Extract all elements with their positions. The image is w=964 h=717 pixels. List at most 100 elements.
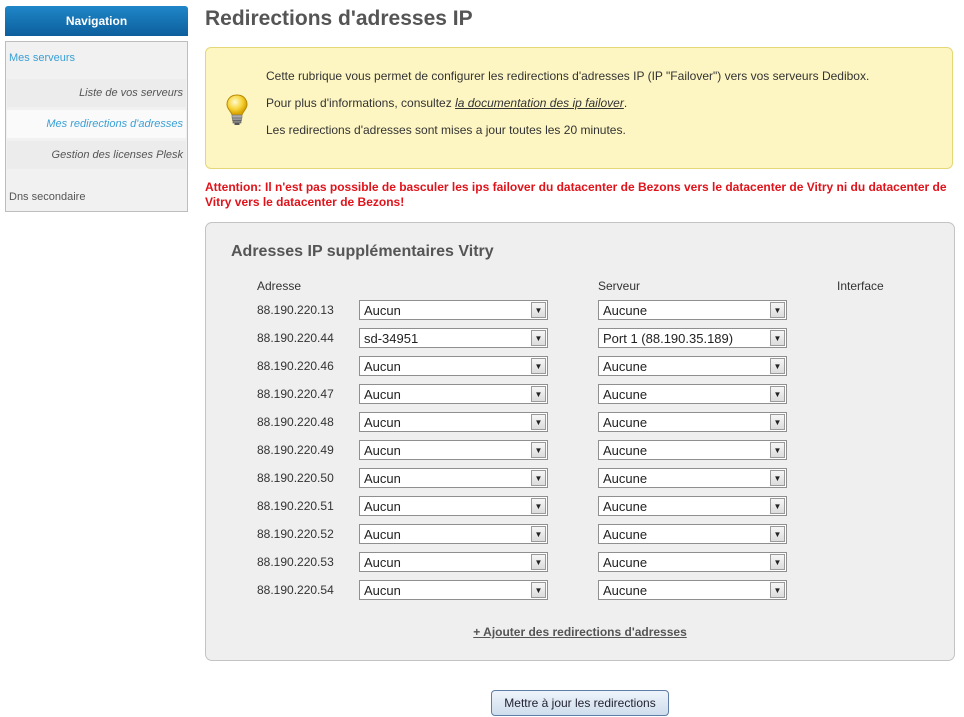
table-row: 88.190.220.47 Aucun ▼ Aucune ▼ [206, 384, 954, 404]
interface-select[interactable]: Aucune ▼ [598, 412, 787, 432]
chevron-down-icon[interactable]: ▼ [531, 442, 546, 458]
chevron-down-icon[interactable]: ▼ [770, 442, 785, 458]
ip-address: 88.190.220.51 [257, 499, 334, 513]
sidebar-item-mes-serveurs[interactable]: Mes serveurs [9, 52, 75, 64]
interface-select-value: Aucune [603, 471, 648, 486]
chevron-down-icon[interactable]: ▼ [531, 498, 546, 514]
table-row: 88.190.220.51 Aucun ▼ Aucune ▼ [206, 496, 954, 516]
server-select[interactable]: Aucun ▼ [359, 524, 548, 544]
interface-select[interactable]: Aucune ▼ [598, 356, 787, 376]
server-select[interactable]: sd-34951 ▼ [359, 328, 548, 348]
sidebar-item-redirections[interactable]: Mes redirections d'adresses [7, 110, 186, 138]
server-select[interactable]: Aucun ▼ [359, 412, 548, 432]
interface-select-value: Aucune [603, 527, 648, 542]
table-row: 88.190.220.53 Aucun ▼ Aucune ▼ [206, 552, 954, 572]
server-select-value: Aucun [364, 303, 401, 318]
chevron-down-icon[interactable]: ▼ [531, 582, 546, 598]
ip-panel: Adresses IP supplémentaires Vitry Adress… [205, 222, 955, 661]
ip-address: 88.190.220.54 [257, 583, 334, 597]
interface-select[interactable]: Aucune ▼ [598, 524, 787, 544]
ip-address: 88.190.220.13 [257, 303, 334, 317]
server-select[interactable]: Aucun ▼ [359, 580, 548, 600]
ip-address: 88.190.220.47 [257, 387, 334, 401]
ip-address: 88.190.220.46 [257, 359, 334, 373]
interface-select-value: Aucune [603, 499, 648, 514]
interface-select[interactable]: Aucune ▼ [598, 496, 787, 516]
interface-select[interactable]: Port 1 (88.190.35.189) ▼ [598, 328, 787, 348]
nav-header: Navigation [5, 6, 188, 36]
server-select-value: Aucun [364, 555, 401, 570]
chevron-down-icon[interactable]: ▼ [770, 470, 785, 486]
info-box: Cette rubrique vous permet de configurer… [205, 47, 953, 169]
interface-select-value: Aucune [603, 359, 648, 374]
sidebar-item-liste-serveurs[interactable]: Liste de vos serveurs [7, 79, 186, 107]
sidebar-item-dns-secondaire[interactable]: Dns secondaire [9, 191, 85, 203]
interface-select[interactable]: Aucune ▼ [598, 384, 787, 404]
chevron-down-icon[interactable]: ▼ [770, 330, 785, 346]
ip-address: 88.190.220.49 [257, 443, 334, 457]
chevron-down-icon[interactable]: ▼ [770, 414, 785, 430]
column-header-address: Adresse [257, 279, 302, 293]
interface-select[interactable]: Aucune ▼ [598, 468, 787, 488]
server-select[interactable]: Aucun ▼ [359, 384, 548, 404]
ip-address: 88.190.220.48 [257, 415, 334, 429]
interface-select[interactable]: Aucune ▼ [598, 300, 787, 320]
ip-address: 88.190.220.53 [257, 555, 334, 569]
page-title: Redirections d'adresses IP [205, 7, 473, 30]
table-row: 88.190.220.54 Aucun ▼ Aucune ▼ [206, 580, 954, 600]
chevron-down-icon[interactable]: ▼ [531, 358, 546, 374]
server-select[interactable]: Aucun ▼ [359, 356, 548, 376]
sidebar-item-licenses-plesk[interactable]: Gestion des licenses Plesk [7, 141, 186, 169]
server-select-value: Aucun [364, 359, 401, 374]
server-select-value: Aucun [364, 527, 401, 542]
info-text-2-prefix: Pour plus d'informations, consultez [266, 96, 456, 110]
interface-select-value: Aucune [603, 583, 648, 598]
chevron-down-icon[interactable]: ▼ [531, 330, 546, 346]
table-row: 88.190.220.44 sd-34951 ▼ Port 1 (88.190.35.… [206, 328, 954, 348]
chevron-down-icon[interactable]: ▼ [531, 526, 546, 542]
chevron-down-icon[interactable]: ▼ [770, 498, 785, 514]
server-select-value: sd-34951 [364, 331, 419, 346]
interface-select-value: Port 1 (88.190.35.189) [603, 331, 734, 346]
server-select-value: Aucun [364, 443, 401, 458]
chevron-down-icon[interactable]: ▼ [531, 470, 546, 486]
chevron-down-icon[interactable]: ▼ [531, 414, 546, 430]
chevron-down-icon[interactable]: ▼ [770, 358, 785, 374]
chevron-down-icon[interactable]: ▼ [531, 554, 546, 570]
chevron-down-icon[interactable]: ▼ [770, 302, 785, 318]
server-select[interactable]: Aucun ▼ [359, 440, 548, 460]
chevron-down-icon[interactable]: ▼ [531, 386, 546, 402]
table-row: 88.190.220.49 Aucun ▼ Aucune ▼ [206, 440, 954, 460]
interface-select-value: Aucune [603, 443, 648, 458]
ip-address: 88.190.220.50 [257, 471, 334, 485]
ip-address: 88.190.220.44 [257, 331, 334, 345]
server-select[interactable]: Aucun ▼ [359, 496, 548, 516]
chevron-down-icon[interactable]: ▼ [770, 582, 785, 598]
add-redirection-link[interactable]: + Ajouter des redirections d'adresses [206, 625, 954, 639]
update-redirections-button[interactable]: Mettre à jour les redirections [491, 690, 669, 716]
interface-select[interactable]: Aucune ▼ [598, 440, 787, 460]
server-select[interactable]: Aucun ▼ [359, 552, 548, 572]
interface-select[interactable]: Aucune ▼ [598, 580, 787, 600]
server-select-value: Aucun [364, 415, 401, 430]
chevron-down-icon[interactable]: ▼ [531, 302, 546, 318]
info-text-2-suffix: . [623, 96, 628, 110]
chevron-down-icon[interactable]: ▼ [770, 554, 785, 570]
table-row: 88.190.220.13 Aucun ▼ Aucune ▼ [206, 300, 954, 320]
interface-select-value: Aucune [603, 387, 648, 402]
column-header-server: Serveur [598, 279, 641, 293]
server-select[interactable]: Aucun ▼ [359, 468, 548, 488]
interface-select[interactable]: Aucune ▼ [598, 552, 787, 572]
table-row: 88.190.220.50 Aucun ▼ Aucune ▼ [206, 468, 954, 488]
server-select[interactable]: Aucun ▼ [359, 300, 548, 320]
panel-title: Adresses IP supplémentaires Vitry [231, 243, 494, 260]
doc-failover-link[interactable]: la documentation des ip failover [455, 96, 624, 110]
server-select-value: Aucun [364, 387, 401, 402]
warning-message: Attention: Il n'est pas possible de basc… [205, 180, 947, 209]
server-select-value: Aucun [364, 583, 401, 598]
server-select-value: Aucun [364, 499, 401, 514]
interface-select-value: Aucune [603, 555, 648, 570]
table-row: 88.190.220.52 Aucun ▼ Aucune ▼ [206, 524, 954, 544]
chevron-down-icon[interactable]: ▼ [770, 526, 785, 542]
chevron-down-icon[interactable]: ▼ [770, 386, 785, 402]
